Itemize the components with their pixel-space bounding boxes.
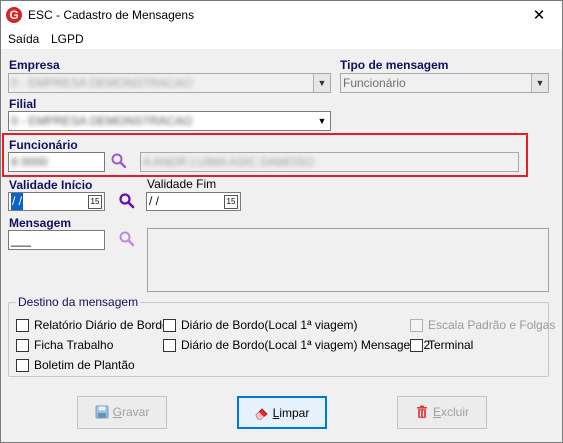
filial-value: 0 - EMPRESA DEMONSTRACAO [11,114,193,128]
checkbox-label: Terminal [428,338,474,352]
chevron-down-icon: ▼ [531,74,548,92]
chevron-down-icon: ▼ [313,74,330,92]
menu-bar: Saída LGPD [1,30,562,49]
checkbox-box[interactable] [16,339,29,352]
checkbox-label: Escala Padrão e Folgas [428,318,556,332]
checkbox-box[interactable] [163,319,176,332]
filial-label: Filial [9,97,37,111]
mensagem-code-input[interactable]: ___ [8,230,105,250]
search-icon[interactable] [118,230,136,248]
menu-saida[interactable]: Saída [8,32,39,46]
funcionario-name-value: A ANDR LUIMA ASIC DAMOSO [143,155,314,169]
checkbox-box[interactable] [16,359,29,372]
validade-inicio-label: Validade Início [9,178,93,192]
destino-title: Destino da mensagem [16,295,141,309]
funcionario-code-value: 8 0000 [11,155,48,169]
search-icon[interactable] [118,192,136,210]
checkbox-box[interactable] [410,339,423,352]
funcionario-code-input[interactable]: 8 0000 [8,152,105,172]
filial-select[interactable]: 0 - EMPRESA DEMONSTRACAO ▼ [8,111,331,131]
chevron-down-icon: ▼ [314,112,330,130]
checkbox-label: Boletim de Plantão [34,358,135,372]
gravar-button[interactable]: Gravar [77,396,167,429]
funcionario-label: Funcionário [9,138,78,152]
excluir-button[interactable]: Excluir [397,396,487,429]
gravar-label: ravar [122,405,150,419]
validade-inicio-input[interactable]: / / 15 [8,192,105,211]
mensagem-label: Mensagem [9,216,72,230]
title-bar: G ESC - Cadastro de Mensagens ✕ [1,1,562,30]
floppy-disk-icon [95,405,109,419]
empresa-value: 0 - EMPRESA DEMONSTRACAO [11,76,193,90]
tipo-mensagem-value: Funcionário [343,76,406,90]
tipo-mensagem-label: Tipo de mensagem [340,58,449,72]
gravar-mnemonic: G [112,405,122,419]
limpar-label: impar [279,406,310,420]
empresa-select[interactable]: 0 - EMPRESA DEMONSTRACAO ▼ [8,73,331,93]
close-button[interactable]: ✕ [516,1,562,30]
destino-groupbox: Destino da mensagem Relatório Diário de … [8,295,555,377]
checkbox-box[interactable] [163,339,176,352]
checkbox-label: Relatório Diário de Bordo [34,318,169,332]
mensagem-code-value: ___ [11,233,32,247]
eraser-icon [255,408,268,420]
calendar-icon[interactable]: 15 [224,195,238,209]
menu-lgpd[interactable]: LGPD [51,32,84,46]
checkbox-label: Diário de Bordo(Local 1ª viagem) [181,318,358,332]
checkbox-box [410,319,423,332]
validade-inicio-value: / / [11,193,24,210]
funcionario-name-field: A ANDR LUIMA ASIC DAMOSO [140,152,519,172]
checkbox-label: Diário de Bordo(Local 1ª viagem) Mensage… [181,338,431,352]
validade-fim-input[interactable]: / / 15 [146,192,241,211]
app-logo-icon: G [6,7,22,23]
excluir-mnemonic: E [432,405,441,419]
validade-fim-label: Validade Fim [147,177,217,191]
app-window: G ESC - Cadastro de Mensagens ✕ Saída LG… [0,0,563,443]
mensagem-text-area [147,228,549,292]
limpar-button[interactable]: Limpar [237,396,327,429]
checkbox-box[interactable] [16,319,29,332]
window-title: ESC - Cadastro de Mensagens [28,8,195,22]
validade-fim-value: / / [149,194,160,208]
trash-icon [416,405,427,418]
checkbox-label: Ficha Trabalho [34,338,114,352]
excluir-label: xcluir [441,405,470,419]
search-icon[interactable] [110,152,128,170]
tipo-mensagem-select[interactable]: Funcionário ▼ [340,73,549,93]
empresa-label: Empresa [9,58,60,72]
calendar-icon[interactable]: 15 [88,195,102,209]
